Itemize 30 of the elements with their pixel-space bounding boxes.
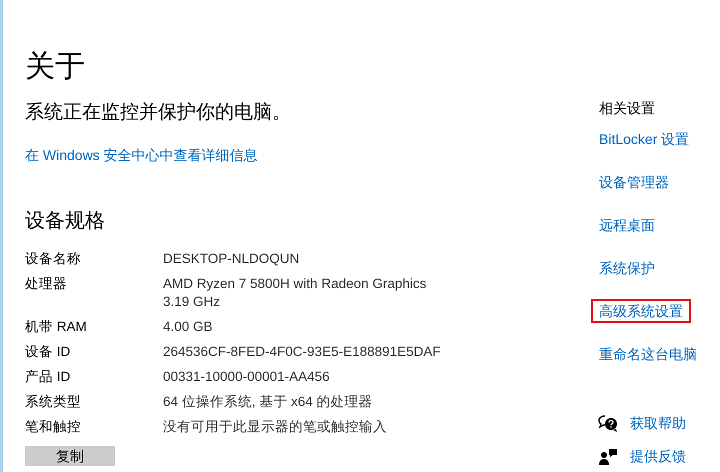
status-text: 系统正在监控并保护你的电脑。 [25, 101, 292, 125]
spec-label: 机带 RAM [25, 318, 88, 336]
spec-value: 264536CF-8FED-4F0C-93E5-E188891E5DAF [163, 342, 442, 360]
spec-label: 产品 ID [25, 368, 72, 386]
settings-link[interactable]: 重命名这台电脑 [591, 342, 705, 366]
settings-link[interactable]: 设备管理器 [591, 170, 677, 194]
spec-value: 4.00 GB [163, 318, 214, 336]
settings-link[interactable]: 远程桌面 [591, 213, 663, 237]
feedback-person-icon [598, 448, 618, 466]
spec-label: 设备 ID [25, 342, 72, 360]
spec-value: AMD Ryzen 7 5800H with Radeon Graphics 3.19 GHz [163, 274, 428, 310]
settings-link[interactable]: 系统保护 [591, 256, 663, 280]
copy-button[interactable]: 复制 [25, 446, 115, 466]
security-link[interactable]: 在 Windows 安全中心中查看详细信息 [25, 146, 258, 162]
help-link[interactable]: 获取帮助 [630, 413, 686, 434]
page-title: 关于 [25, 49, 86, 85]
spec-value: 64 位操作系统, 基于 x64 的处理器 [163, 392, 374, 410]
section-heading: 设备规格 [25, 208, 106, 234]
settings-link[interactable]: BitLocker 设置 [591, 127, 698, 151]
spec-value: DESKTOP-NLDOQUN [163, 250, 300, 268]
section-heading: 相关设置 [599, 99, 656, 118]
spec-label: 处理器 [25, 274, 68, 292]
spec-label: 设备名称 [25, 250, 82, 268]
spec-label: 系统类型 [25, 392, 82, 410]
help-bubble-icon [598, 414, 618, 432]
spec-value: 00331-10000-00001-AA456 [163, 368, 331, 386]
settings-link[interactable]: 高级系统设置 [591, 299, 691, 323]
help-link[interactable]: 提供反馈 [630, 446, 686, 467]
spec-value: 没有可用于此显示器的笔或触控输入 [163, 418, 388, 436]
spec-label: 笔和触控 [25, 418, 82, 436]
